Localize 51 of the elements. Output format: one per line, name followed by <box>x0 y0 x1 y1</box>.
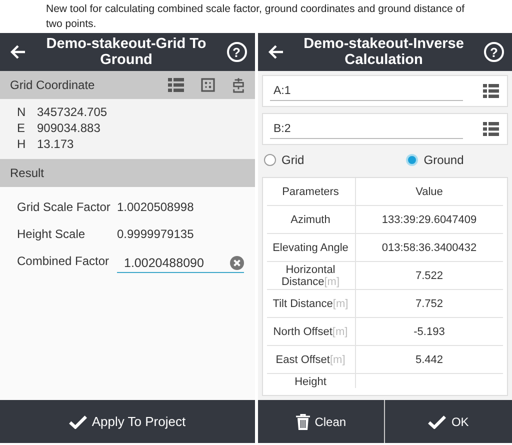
value-cell-text: 7.752 <box>414 296 444 312</box>
section-title: Grid Coordinate <box>10 78 96 92</box>
caption-text: New tool for calculating combined scale factor, ground coordinates and ground distance of two points. <box>45 2 466 32</box>
result-label: Height Scale <box>17 226 86 240</box>
check-icon <box>68 414 87 428</box>
parameter-cell: North Offset[m] <box>266 318 356 345</box>
window-title: Demo-stakeout-Grid To Ground <box>45 36 208 68</box>
value-cell-text: 7.522 <box>414 268 444 284</box>
result-label: Grid Scale Factor <box>17 200 112 214</box>
parameter-cell: Horizontal Distance[m] <box>266 262 356 289</box>
axis-label: H <box>17 137 27 152</box>
value-cell-text: 5.442 <box>414 352 444 368</box>
value-cell-text: 013:58:36.3400432 <box>380 240 478 256</box>
dotted-square-icon[interactable] <box>200 78 214 92</box>
parameter-cell: Azimuth <box>266 206 356 233</box>
clear-icon[interactable] <box>230 256 244 270</box>
help-button[interactable]: ? <box>484 42 504 62</box>
coordinate-value: 13.173 <box>37 137 74 152</box>
value-cell-text: -5.193 <box>412 324 446 340</box>
radio-icon[interactable] <box>264 154 276 166</box>
parameter-cell: Elevating Angle <box>266 234 356 261</box>
value-cell-text: 133:39:29.6047409 <box>380 212 478 228</box>
combined-factor-field[interactable]: 1.0020488090 <box>117 254 244 273</box>
coordinate-value: 3457324.705 <box>37 105 108 120</box>
parameter-cell: Tilt Distance[m] <box>266 290 356 317</box>
window-title: Demo-stakeout-Inverse Calculation <box>302 36 465 68</box>
list-icon[interactable] <box>483 84 499 98</box>
back-arrow-icon[interactable] <box>268 44 284 60</box>
radio-option[interactable]: Ground <box>366 149 508 171</box>
radio-icon[interactable] <box>406 154 418 166</box>
stake-icon[interactable] <box>232 78 244 92</box>
coordinate-value: 909034.883 <box>37 121 100 136</box>
list-icon[interactable] <box>483 122 499 136</box>
radio-option[interactable]: Grid <box>262 149 366 171</box>
axis-label: E <box>17 121 26 136</box>
axis-label: N <box>17 105 27 120</box>
parameter-cell: East Offset[m] <box>266 346 356 373</box>
ok-button[interactable]: OK <box>385 400 512 443</box>
column-header: Value <box>414 184 444 200</box>
clean-button[interactable]: Clean <box>258 400 384 443</box>
column-header: Parameters <box>266 178 356 205</box>
parameter-cell: Height <box>266 374 356 388</box>
trash-icon <box>296 414 310 430</box>
section-title: Result <box>10 166 46 180</box>
result-value: 0.9999979135 <box>117 226 194 240</box>
help-button[interactable]: ? <box>226 42 246 62</box>
result-value: 1.0020508998 <box>117 200 194 214</box>
back-arrow-icon[interactable] <box>10 44 26 60</box>
result-label: Combined Factor <box>17 254 110 268</box>
check-icon <box>428 414 446 428</box>
list-icon[interactable] <box>168 78 184 92</box>
